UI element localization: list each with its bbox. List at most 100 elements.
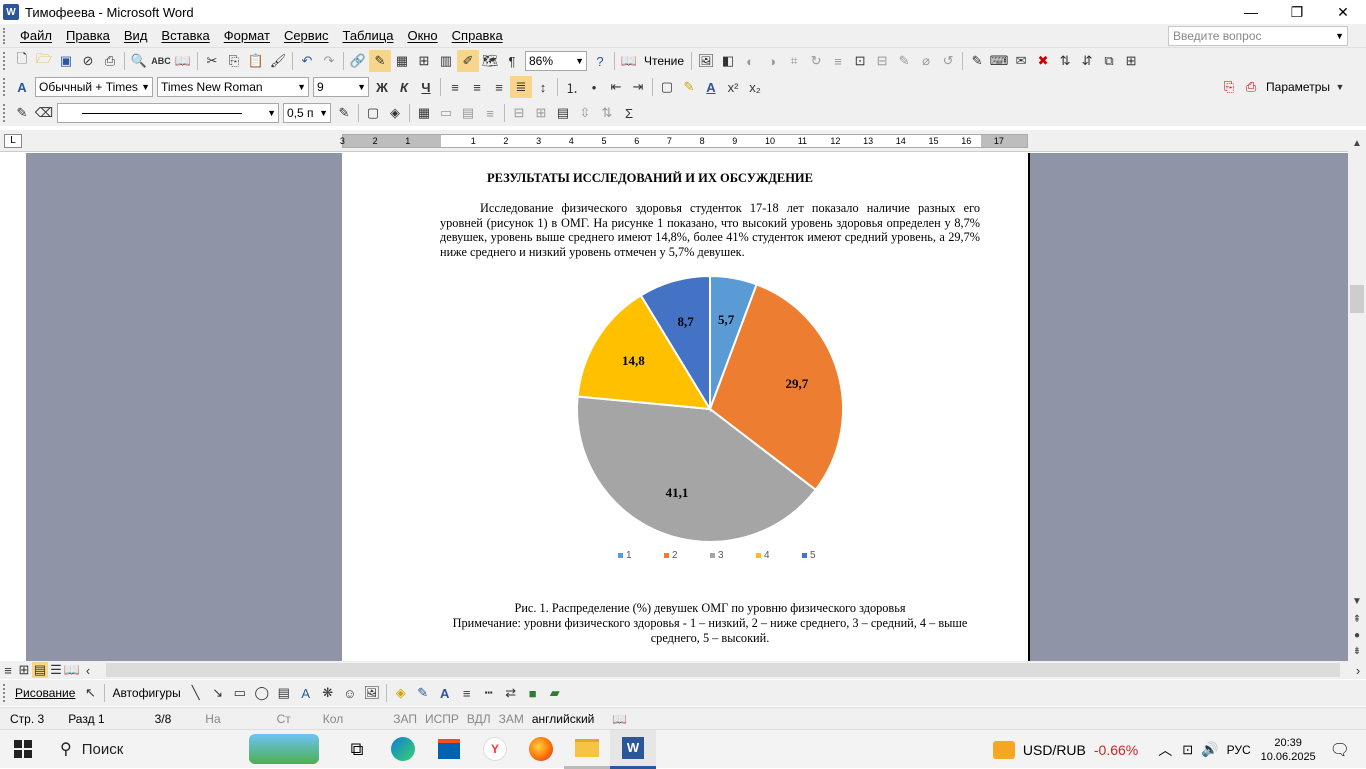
select-objects-icon[interactable]: ↖ <box>79 682 101 704</box>
arrow-style-icon[interactable]: ⇄ <box>500 682 522 704</box>
zoom-select[interactable]: 86% ▼ <box>525 51 587 71</box>
shadow-icon[interactable]: ■ <box>522 682 544 704</box>
vertical-scrollbar[interactable]: ▲ ▼ ⇞ ● ⇟ <box>1348 130 1366 661</box>
spelling-status-icon[interactable]: 📖 <box>612 712 627 726</box>
format-picture-icon[interactable]: ✎ <box>893 50 915 72</box>
subscript-icon[interactable]: x₂ <box>744 76 766 98</box>
sort-asc-icon[interactable]: ⇅ <box>596 102 618 124</box>
maximize-icon[interactable]: ❐ <box>1274 0 1320 24</box>
scroll-up-icon[interactable]: ▲ <box>1348 138 1366 149</box>
line-style-icon[interactable]: ≡ <box>456 682 478 704</box>
eraser-icon[interactable]: ⌫ <box>33 102 55 124</box>
compare-icon[interactable]: ⧉ <box>1098 50 1120 72</box>
styles-icon[interactable]: A <box>11 76 33 98</box>
wordart-icon[interactable]: A <box>295 682 317 704</box>
menu-file[interactable]: Файл <box>13 28 59 43</box>
menu-format[interactable]: Формат <box>217 28 277 43</box>
arrow-icon[interactable]: ↘ <box>207 682 229 704</box>
permission-icon[interactable]: ⊘ <box>77 50 99 72</box>
status-ovr[interactable]: ЗАМ <box>499 712 524 726</box>
web-view-icon[interactable]: ⊞ <box>16 662 32 678</box>
document-area[interactable]: РЕЗУЛЬТАТЫ ИССЛЕДОВАНИЙ И ИХ ОБСУЖДЕНИЕ … <box>26 153 1348 661</box>
menu-edit[interactable]: Правка <box>59 28 117 43</box>
menu-window[interactable]: Окно <box>400 28 444 43</box>
taskbar-search[interactable]: ⚲ Поиск <box>46 730 234 769</box>
font-color-icon[interactable]: A <box>700 76 722 98</box>
redo-icon[interactable]: ↷ <box>318 50 340 72</box>
line-spacing-icon[interactable]: ↕ <box>532 76 554 98</box>
insert-table-icon[interactable]: ▦ <box>391 50 413 72</box>
undo-icon[interactable]: ↶ <box>296 50 318 72</box>
open-icon[interactable]: 🗁 <box>33 50 55 72</box>
superscript-icon[interactable]: x² <box>722 76 744 98</box>
track-changes-icon[interactable]: ✎ <box>966 50 988 72</box>
diagram-icon[interactable]: ❋ <box>317 682 339 704</box>
set-transparent-icon[interactable]: ⌀ <box>915 50 937 72</box>
scroll-left-icon[interactable]: ‹ <box>80 662 96 678</box>
font-select[interactable]: Times New Roman ▼ <box>157 77 309 97</box>
brightness-icon[interactable]: ◑ <box>761 50 783 72</box>
split-cells-icon[interactable]: ▤ <box>457 102 479 124</box>
text-direction-icon[interactable]: ⇳ <box>574 102 596 124</box>
tables-borders-icon[interactable]: ✎ <box>369 50 391 72</box>
autoshapes-button[interactable]: Автофигуры <box>108 686 184 700</box>
document-map-icon[interactable]: 🗺 <box>479 50 501 72</box>
cut-icon[interactable]: ✂ <box>201 50 223 72</box>
merge-cells-icon[interactable]: ▭ <box>435 102 457 124</box>
sort-desc-icon[interactable]: ⇵ <box>1076 50 1098 72</box>
show-hide-icon[interactable]: ¶ <box>501 50 523 72</box>
chevron-down-icon[interactable]: ▼ <box>297 78 306 96</box>
line-style-select[interactable]: ▼ <box>57 103 279 123</box>
status-rec[interactable]: ЗАП <box>393 712 417 726</box>
status-language[interactable]: английский <box>532 712 594 726</box>
menu-insert[interactable]: Вставка <box>154 28 216 43</box>
draw-table-icon[interactable]: ✎ <box>11 102 33 124</box>
windows-start-icon[interactable] <box>0 730 46 769</box>
dash-style-icon[interactable]: ┅ <box>478 682 500 704</box>
insert-table-icon[interactable]: ▦ <box>413 102 435 124</box>
chevron-down-icon[interactable]: ▼ <box>357 78 366 96</box>
borders-icon[interactable]: ▢ <box>656 76 678 98</box>
align-center-icon[interactable]: ≡ <box>466 76 488 98</box>
insert-picture-icon[interactable]: 🖼 <box>361 682 383 704</box>
menu-view[interactable]: Вид <box>117 28 155 43</box>
clock[interactable]: 20:39 10.06.2025 <box>1261 736 1316 764</box>
distribute-cols-icon[interactable]: ⊞ <box>530 102 552 124</box>
chevron-down-icon[interactable]: ▼ <box>141 78 150 96</box>
save-icon[interactable]: ▣ <box>55 50 77 72</box>
textbox-icon[interactable]: ▤ <box>273 682 295 704</box>
file-explorer-icon[interactable] <box>564 730 610 769</box>
bold-icon[interactable]: Ж <box>371 76 393 98</box>
print-icon[interactable]: ⎙ <box>99 50 121 72</box>
reading-view-icon[interactable]: 📖 <box>64 662 80 678</box>
network-icon[interactable]: ⊡ <box>1182 742 1193 758</box>
chevron-down-icon[interactable]: ▼ <box>267 104 276 122</box>
menu-table[interactable]: Таблица <box>335 28 400 43</box>
yandex-browser-icon[interactable]: Y <box>472 730 518 769</box>
decrease-indent-icon[interactable]: ⇤ <box>605 76 627 98</box>
distribute-rows-icon[interactable]: ⊟ <box>508 102 530 124</box>
rectangle-icon[interactable]: ▭ <box>229 682 251 704</box>
reject-change-icon[interactable]: ✖ <box>1032 50 1054 72</box>
print-view-icon[interactable]: ▤ <box>32 662 48 678</box>
minimize-icon[interactable]: — <box>1228 0 1274 24</box>
toolbar-grip[interactable] <box>3 684 8 702</box>
crop-icon[interactable]: ⌗ <box>783 50 805 72</box>
show-markup-icon[interactable]: ⌨ <box>988 50 1010 72</box>
chevron-down-icon[interactable]: ▼ <box>575 52 584 70</box>
toolbar-grip[interactable] <box>3 78 8 96</box>
close-icon[interactable]: ✕ <box>1320 0 1366 24</box>
style-select[interactable]: Обычный + Times ▼ <box>35 77 153 97</box>
insert-excel-icon[interactable]: ⊞ <box>413 50 435 72</box>
ask-question-input[interactable]: Введите вопрос ▼ <box>1168 26 1348 46</box>
pdf-settings-icon[interactable]: ⎙ <box>1240 76 1262 98</box>
outline-view-icon[interactable]: ☰ <box>48 662 64 678</box>
read-icon[interactable]: 📖 <box>618 50 640 72</box>
task-view-icon[interactable]: ⧉ <box>334 730 380 769</box>
draw-menu-button[interactable]: Рисование <box>11 686 79 700</box>
oval-icon[interactable]: ◯ <box>251 682 273 704</box>
word-taskbar-icon[interactable]: W <box>610 729 656 769</box>
autoformat-icon[interactable]: ▤ <box>552 102 574 124</box>
insert-comment-icon[interactable]: ✉ <box>1010 50 1032 72</box>
picture-icon[interactable]: 🖼 <box>695 50 717 72</box>
